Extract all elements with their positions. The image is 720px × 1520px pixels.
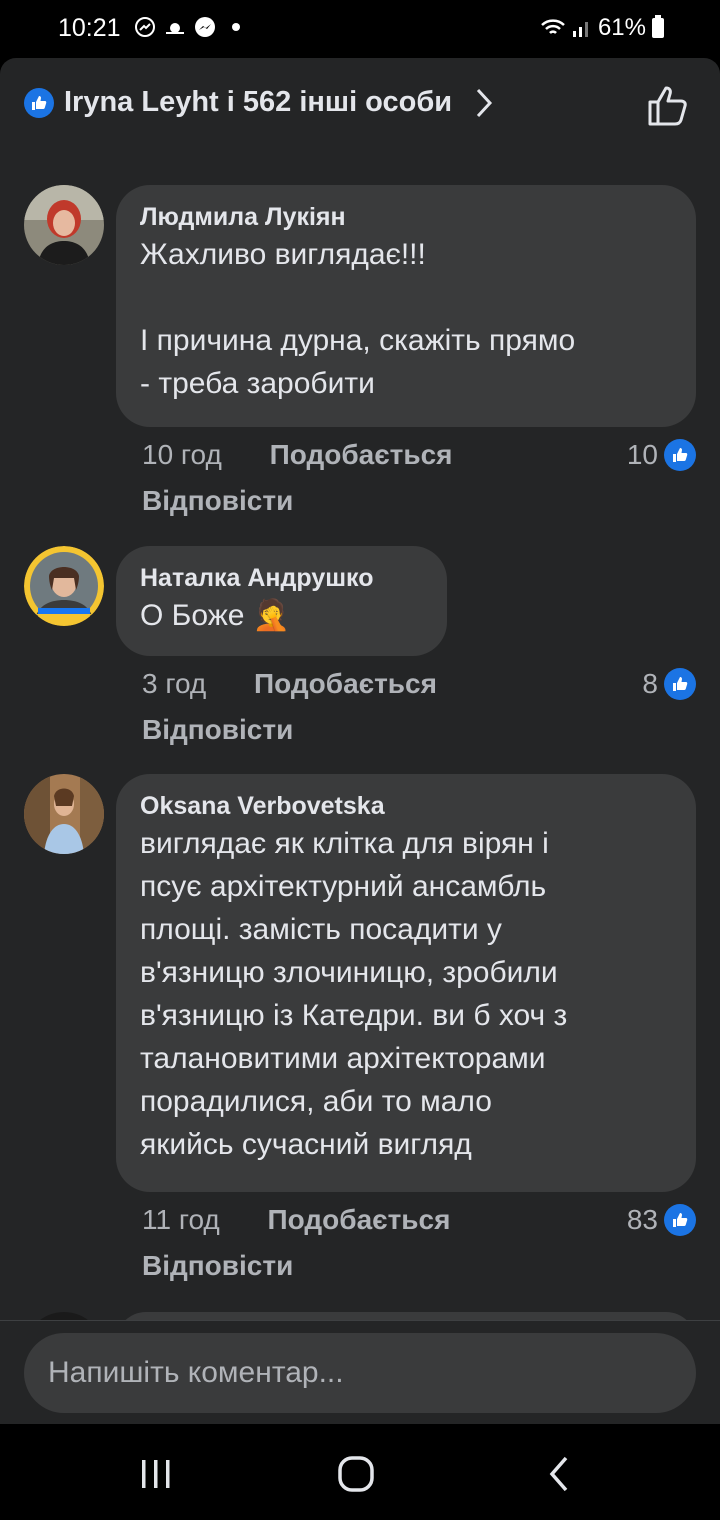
comment-time[interactable]: 10 год <box>142 439 222 470</box>
weather-icon <box>166 23 184 34</box>
like-count[interactable]: 83 <box>627 1204 696 1236</box>
battery-icon <box>652 15 664 38</box>
like-count-value: 8 <box>642 668 658 699</box>
status-time: 10:21 <box>58 14 121 42</box>
thumbs-up-outline-icon[interactable] <box>646 82 692 128</box>
divider <box>0 1320 720 1321</box>
comments-sheet: Iryna Leyht і 562 інші особи Людмила Лук… <box>0 58 720 1424</box>
like-reaction-icon <box>664 668 696 700</box>
messenger-bubble-icon <box>135 17 155 37</box>
avatar[interactable] <box>24 774 104 854</box>
notification-dot <box>232 23 240 31</box>
reply-button[interactable]: Відповісти <box>142 1250 293 1282</box>
like-button[interactable]: Подобається <box>270 439 453 470</box>
messenger-icon <box>195 17 215 37</box>
comment-time[interactable]: 11 год <box>142 1204 220 1235</box>
signal-icon <box>572 22 588 37</box>
navigation-bar <box>0 1424 720 1520</box>
comment-bubble[interactable]: Наталка Андрушко О Боже 🤦 <box>116 546 447 656</box>
like-count[interactable]: 10 <box>627 439 696 471</box>
chevron-right-icon <box>477 88 493 117</box>
comment-text: Жахливо виглядає!!! І причина дурна, ска… <box>140 238 576 400</box>
reply-button[interactable]: Відповісти <box>142 485 293 517</box>
comment-author[interactable]: Наталка Андрушко <box>140 562 423 594</box>
like-reaction-icon <box>664 439 696 471</box>
recent-apps-icon[interactable] <box>138 1454 178 1494</box>
reactions-link[interactable]: Iryna Leyht і 562 інші особи <box>24 86 494 119</box>
like-button[interactable]: Подобається <box>254 668 437 699</box>
like-count[interactable]: 8 <box>642 668 696 700</box>
comment-author[interactable]: Людмила Лукіян <box>140 201 672 233</box>
comment-input-placeholder: Напишіть коментар... <box>48 1356 344 1389</box>
comment-bubble[interactable]: Oksana Verbovetska виглядає як клітка дл… <box>116 774 696 1192</box>
reply-button[interactable]: Відповісти <box>142 714 293 746</box>
like-reaction-icon <box>664 1204 696 1236</box>
comment-text: виглядає як клітка для вірян і псує архі… <box>140 827 568 1161</box>
comment-text: О Боже 🤦 <box>140 599 291 632</box>
wifi-icon <box>541 19 565 34</box>
comment-time[interactable]: 3 год <box>142 668 206 699</box>
like-reaction-icon <box>24 87 54 118</box>
home-icon[interactable] <box>336 1454 376 1494</box>
comment-input[interactable]: Напишіть коментар... <box>24 1333 696 1413</box>
like-count-value: 83 <box>626 1204 658 1235</box>
comment-bubble[interactable]: Людмила Лукіян Жахливо виглядає!!! І при… <box>116 185 696 427</box>
status-bar: 10:21 61% <box>0 0 720 58</box>
avatar[interactable] <box>24 185 104 265</box>
battery-percent: 61% <box>597 14 646 41</box>
reactions-header: Iryna Leyht і 562 інші особи <box>0 58 720 154</box>
avatar[interactable] <box>24 546 104 626</box>
back-icon[interactable] <box>540 1454 580 1494</box>
like-button[interactable]: Подобається <box>268 1204 451 1235</box>
comment-author[interactable]: Oksana Verbovetska <box>140 790 672 822</box>
reactors-summary: Iryna Leyht і 562 інші особи <box>64 86 453 118</box>
like-count-value: 10 <box>626 439 658 470</box>
